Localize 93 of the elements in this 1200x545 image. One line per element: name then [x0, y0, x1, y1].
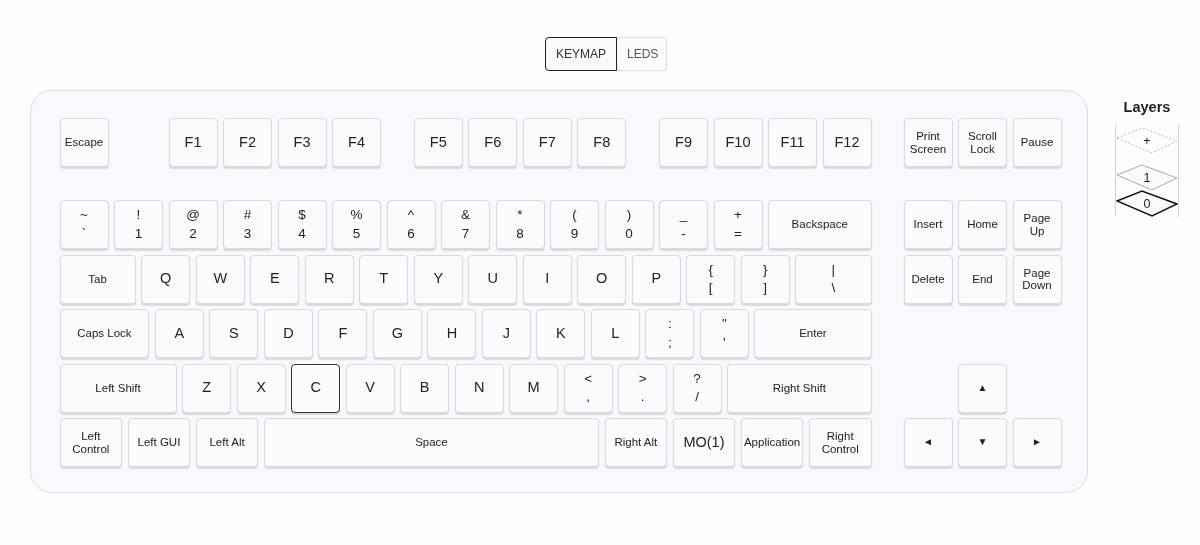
keyboard-key[interactable]: T	[359, 254, 409, 304]
keyboard-key[interactable]: F4	[332, 118, 381, 167]
keyboard-key[interactable]: ? /	[672, 363, 722, 413]
keyboard-key[interactable]: Caps Lock	[59, 309, 150, 358]
keyboard-key[interactable]: ►	[1012, 418, 1062, 467]
keyboard-key[interactable]: Left GUI	[127, 418, 191, 467]
keyboard-key[interactable]: I	[522, 254, 572, 304]
keyboard-key[interactable]: U	[468, 254, 518, 304]
keyboard-key[interactable]: D	[263, 309, 313, 358]
keyboard-key[interactable]: Right Alt	[604, 418, 668, 467]
layers-title: Layers	[1123, 99, 1171, 115]
keyboard-key[interactable]: { [	[686, 254, 736, 304]
mode-tab[interactable]: LEDS	[617, 37, 667, 71]
keyboard-key[interactable]: F2	[223, 118, 272, 167]
keyboard-key[interactable]: Scroll Lock	[958, 118, 1007, 167]
keyboard-key[interactable]: MO(1)	[672, 418, 736, 467]
keyboard-key[interactable]: Tab	[59, 254, 136, 304]
keyboard-key[interactable]: F12	[822, 118, 872, 167]
layer-button[interactable]: 1	[1116, 164, 1178, 191]
keyboard-key[interactable]: Insert	[903, 200, 953, 249]
keyboard-key[interactable]: Escape	[59, 118, 109, 167]
keyboard-key[interactable]: Z	[182, 363, 232, 413]
keyboard-key[interactable]: F7	[522, 118, 572, 167]
keyboard-key[interactable]: R	[304, 254, 354, 304]
keyboard-key[interactable]: ▲	[958, 363, 1007, 413]
keyboard-key[interactable]: > .	[618, 363, 668, 413]
keyboard-key[interactable]: L	[590, 309, 640, 358]
keyboard-key[interactable]: O	[577, 254, 627, 304]
keyboard-key[interactable]: M	[509, 363, 559, 413]
keyboard-key[interactable]: F1	[168, 118, 218, 167]
keyboard-key[interactable]: & 7	[441, 200, 490, 249]
keyboard-key[interactable]: } ]	[740, 254, 790, 304]
keyboard-key[interactable]: Left Shift	[59, 363, 177, 413]
keyboard-key[interactable]: Pause	[1012, 118, 1062, 167]
keyboard-key[interactable]: Right Shift	[727, 363, 872, 413]
keyboard-key[interactable]: B	[400, 363, 450, 413]
keyboard-key[interactable]: % 5	[332, 200, 381, 249]
keyboard-key[interactable]: ( 9	[550, 200, 599, 249]
keyboard-key[interactable]: G	[372, 309, 422, 358]
keyboard-key[interactable]: A	[154, 309, 204, 358]
keyboard-key[interactable]: * 8	[495, 200, 545, 249]
keyboard-key[interactable]: N	[454, 363, 504, 413]
keyboard-key[interactable]: Home	[958, 200, 1007, 249]
keyboard-key[interactable]: W	[195, 254, 245, 304]
keyboard-key[interactable]: Backspace	[768, 200, 872, 249]
keyboard-key[interactable]: S	[209, 309, 259, 358]
keyboard-key[interactable]: F11	[768, 118, 817, 167]
keyboard-key[interactable]: Left Alt	[195, 418, 259, 467]
keyboard-key[interactable]: F3	[277, 118, 327, 167]
keyboard-key[interactable]: X	[236, 363, 286, 413]
keyboard-key[interactable]: F9	[659, 118, 708, 167]
keyboard-key[interactable]: ! 1	[114, 200, 163, 249]
keyboard-key[interactable]: : ;	[645, 309, 695, 358]
keyboard-key[interactable]: Page Up	[1012, 200, 1062, 249]
keyboard-key[interactable]: F	[318, 309, 368, 358]
keyboard-key[interactable]: ▼	[958, 418, 1007, 467]
keyboard-key[interactable]: # 3	[223, 200, 272, 249]
add-layer-button[interactable]: +	[1116, 127, 1178, 154]
mode-tab[interactable]: KEYMAP	[545, 37, 617, 71]
keyboard-key[interactable]: H	[427, 309, 477, 358]
layer-button[interactable]: 0	[1116, 190, 1178, 217]
keyboard-key[interactable]: P	[631, 254, 681, 304]
keyboard-key[interactable]: Y	[413, 254, 463, 304]
keyboard-key[interactable]: F5	[413, 118, 463, 167]
keyboard-key[interactable]: ◄	[903, 418, 953, 467]
keyboard-key[interactable]: Enter	[754, 309, 872, 358]
keyboard-key[interactable]: " '	[699, 309, 749, 358]
keyboard-key[interactable]: | \	[795, 254, 872, 304]
keyboard-key[interactable]: F8	[577, 118, 627, 167]
keyboard-key[interactable]: ~ `	[59, 200, 109, 249]
keyboard-key[interactable]: V	[345, 363, 395, 413]
keyboard-key[interactable]: < ,	[563, 363, 613, 413]
keyboard-key[interactable]: Q	[141, 254, 191, 304]
keyboard-key[interactable]: _ -	[659, 200, 708, 249]
keyboard-key[interactable]: F6	[468, 118, 518, 167]
keyboard-key[interactable]: C	[291, 363, 341, 413]
keyboard-key[interactable]: Space	[263, 418, 599, 467]
keyboard-key[interactable]: Left Control	[59, 418, 123, 467]
keyboard-key[interactable]: Print Screen	[903, 118, 953, 167]
keyboard-key[interactable]: J	[481, 309, 531, 358]
keyboard-key[interactable]: F10	[713, 118, 763, 167]
keyboard-key[interactable]: ^ 6	[386, 200, 436, 249]
keyboard-key[interactable]: K	[536, 309, 586, 358]
keyboard-key[interactable]: + =	[713, 200, 763, 249]
keyboard-key[interactable]: Right Control	[808, 418, 872, 467]
keyboard-key[interactable]: E	[250, 254, 300, 304]
keyboard-key[interactable]: $ 4	[277, 200, 327, 249]
keyboard-key[interactable]: @ 2	[168, 200, 218, 249]
keyboard-key[interactable]: Page Down	[1012, 254, 1062, 304]
keyboard-key[interactable]: ) 0	[604, 200, 654, 249]
keyboard-key[interactable]: Application	[740, 418, 804, 467]
keyboard-key[interactable]: End	[958, 254, 1007, 304]
keyboard-key[interactable]: Delete	[903, 254, 953, 304]
